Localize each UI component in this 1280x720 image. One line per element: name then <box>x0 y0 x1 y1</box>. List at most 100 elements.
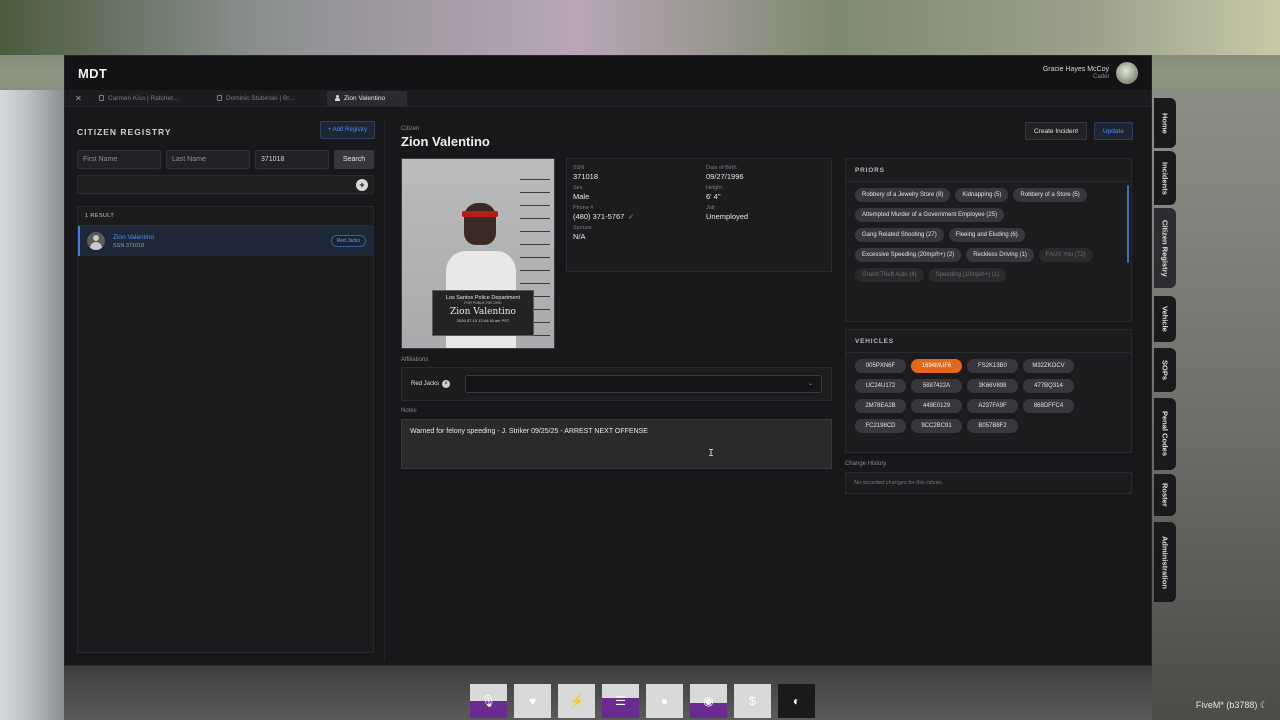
vehicle-plate-chip[interactable]: 449E0129 <box>911 399 962 413</box>
placard-subtitle: FOR PUBLIC RECORD <box>464 301 502 305</box>
game-background-top <box>0 0 1280 55</box>
filter-bar[interactable]: + <box>77 175 374 194</box>
vehicle-plate-chip[interactable]: 5887422A <box>911 379 962 393</box>
mugshot-image[interactable]: Los Santos Police Department FOR PUBLIC … <box>401 158 555 349</box>
vehicle-plate-chip[interactable]: 005PXN6F <box>855 359 906 373</box>
vehicle-plate-chip[interactable]: 9CC2BC91 <box>911 419 962 433</box>
nav-tab-roster[interactable]: Roster <box>1154 474 1176 516</box>
remove-icon[interactable]: × <box>442 380 451 388</box>
placard-name: Zion Valentino <box>450 307 516 317</box>
avatar <box>87 232 105 250</box>
height-value: 6' 4" <box>706 192 721 201</box>
sex-value: Male <box>573 192 590 201</box>
vehicle-plate-chip[interactable]: FC2198CD <box>855 419 906 433</box>
phone-value[interactable]: (480) 371-5767 ✓ <box>573 212 706 221</box>
nav-label: Incidents <box>1160 161 1170 195</box>
ssn-value: 371018 <box>573 172 599 181</box>
first-name-input[interactable]: First Name <box>77 150 161 169</box>
spouse-label: Spouse <box>573 225 592 231</box>
results-list: 1 RESULT Zion Valentino SSN 371018 Red J… <box>77 206 374 653</box>
height-label: Height <box>706 185 722 191</box>
close-tabs-icon[interactable]: ✕ <box>75 94 91 103</box>
list-item[interactable]: Zion Valentino SSN 371018 Red Jacks <box>78 226 373 256</box>
placard-date: 2026-07-15 12:44:16 am PST <box>456 318 510 323</box>
water-drop-icon: ● <box>646 684 683 718</box>
plus-icon[interactable]: + <box>356 179 368 191</box>
avatar[interactable] <box>1116 62 1138 84</box>
vehicle-plate-chip[interactable]: 868DFFC4 <box>1023 399 1074 413</box>
mugshot-bandana <box>462 211 498 217</box>
tab-zion-valentino[interactable]: Zion Valentino <box>327 90 407 106</box>
vehicle-plate-chip[interactable]: 477BQ314 <box>1023 379 1074 393</box>
add-registry-button[interactable]: + Add Registry <box>319 121 375 139</box>
gang-badge: Red Jacks <box>330 235 366 247</box>
affiliation-chip[interactable]: Red Jacks × <box>411 380 459 388</box>
person-icon <box>335 95 340 101</box>
vehicle-plate-chip[interactable]: 3K66V898 <box>967 379 1018 393</box>
dollar-icon: $ <box>734 684 771 718</box>
user-profile[interactable]: Gracie Hayes McCoy Cadet <box>1043 62 1138 84</box>
prior-chip[interactable]: Gang Related Shooting (27) <box>855 228 944 242</box>
nav-tab-sops[interactable]: SOPs <box>1154 348 1176 392</box>
tab-label: Zion Valentino <box>344 94 386 102</box>
lightning-icon: ⚡ <box>558 684 595 718</box>
tab-carmen-kiss[interactable]: Carmen Kiss | Ratchet... <box>91 91 209 106</box>
panel-divider <box>384 121 385 661</box>
prior-chip[interactable]: FAUX You (72) <box>1038 248 1093 262</box>
last-name-input[interactable]: Last Name <box>166 150 250 169</box>
notes-textarea[interactable]: Warned for felony speeding - J. Striker … <box>401 419 832 469</box>
vehicle-plate-chip[interactable]: UC24U172 <box>855 379 906 393</box>
priors-panel: PRIORS Robbery of a Jewelry Store (8) Ki… <box>845 158 1132 322</box>
job-label: Job <box>706 205 715 211</box>
nav-label: Home <box>1160 112 1170 134</box>
vehicles-title: VEHICLES <box>846 330 1131 353</box>
check-icon: ✓ <box>628 214 635 221</box>
results-count: 1 RESULT <box>78 207 373 226</box>
affiliation-select[interactable]: ⌄ <box>464 375 822 393</box>
prior-chip[interactable]: Fleeing and Eluding (6) <box>948 228 1025 242</box>
nav-tab-penal-codes[interactable]: Penal Codes <box>1154 398 1176 470</box>
nav-tab-home[interactable]: Home <box>1154 98 1176 148</box>
tab-dominic-stubinski[interactable]: Dominic Stubinski | Br... <box>209 91 327 106</box>
nav-label: Roster <box>1160 483 1170 507</box>
prior-chip[interactable]: Speeding (10mp/h+) (1) <box>928 268 1007 282</box>
prior-chip[interactable]: Kidnapping (5) <box>955 188 1009 202</box>
citizen-registry-panel: CITIZEN REGISTRY + Add Registry First Na… <box>77 121 375 654</box>
game-background-left <box>0 90 64 720</box>
priors-scrollbar[interactable] <box>1127 185 1129 263</box>
vehicle-plate-chip[interactable]: B057B8F2 <box>967 419 1018 433</box>
prior-chip[interactable]: Reckless Driving (1) <box>966 248 1034 262</box>
microphone-icon: 🎙 <box>470 684 507 718</box>
ssn-label: SSN <box>573 165 585 171</box>
affiliations-card: Red Jacks × ⌄ <box>401 367 832 401</box>
nav-tab-incidents[interactable]: Incidents <box>1154 151 1176 205</box>
document-icon <box>217 95 222 101</box>
update-button[interactable]: Update <box>1094 122 1133 140</box>
prior-chip[interactable]: Attempted Murder of a Government Employe… <box>855 208 1005 222</box>
prior-chip[interactable]: Robbery of a Jewelry Store (8) <box>855 188 951 202</box>
vehicle-plate-chip[interactable]: 1694MUF6 <box>911 359 962 373</box>
vehicle-plate-chip[interactable]: 2M78EA2B <box>855 399 906 413</box>
vehicle-plate-chip[interactable]: M32ZKOCV <box>1023 359 1074 373</box>
chevron-down-icon: ⌄ <box>807 381 813 387</box>
vehicle-plate-chip[interactable]: A237FA9F <box>967 399 1018 413</box>
nav-tab-citizen-registry[interactable]: Citizen Registry <box>1154 208 1176 288</box>
ssn-search-input[interactable]: 371018 <box>255 150 329 169</box>
change-history-label: Change History <box>845 461 887 467</box>
priors-list: Robbery of a Jewelry Store (8) Kidnappin… <box>846 182 1131 288</box>
create-incident-button[interactable]: Create Incident <box>1025 122 1088 140</box>
search-button[interactable]: Search <box>334 150 374 169</box>
citizen-name: Zion Valentino <box>401 134 490 149</box>
dob-label: Date of Birth <box>706 165 737 171</box>
nav-label: Vehicle <box>1160 306 1170 332</box>
prior-chip[interactable]: Excessive Speeding (20mp/h+) (2) <box>855 248 962 262</box>
prior-chip[interactable]: Grand Theft Auto (4) <box>855 268 924 282</box>
nav-tab-vehicle[interactable]: Vehicle <box>1154 296 1176 342</box>
vehicle-plate-chip[interactable]: FS2K13B0 <box>967 359 1018 373</box>
citizen-info-card: SSN 371018 Date of Birth 09/27/1996 Sex … <box>566 158 832 272</box>
prior-chip[interactable]: Robbery of a Store (5) <box>1013 188 1087 202</box>
affiliations-label: Affiliations <box>401 357 429 363</box>
nav-tab-administration[interactable]: Administration <box>1154 522 1176 602</box>
app-title: MDT <box>78 65 108 81</box>
affiliation-label: Red Jacks <box>411 381 440 387</box>
